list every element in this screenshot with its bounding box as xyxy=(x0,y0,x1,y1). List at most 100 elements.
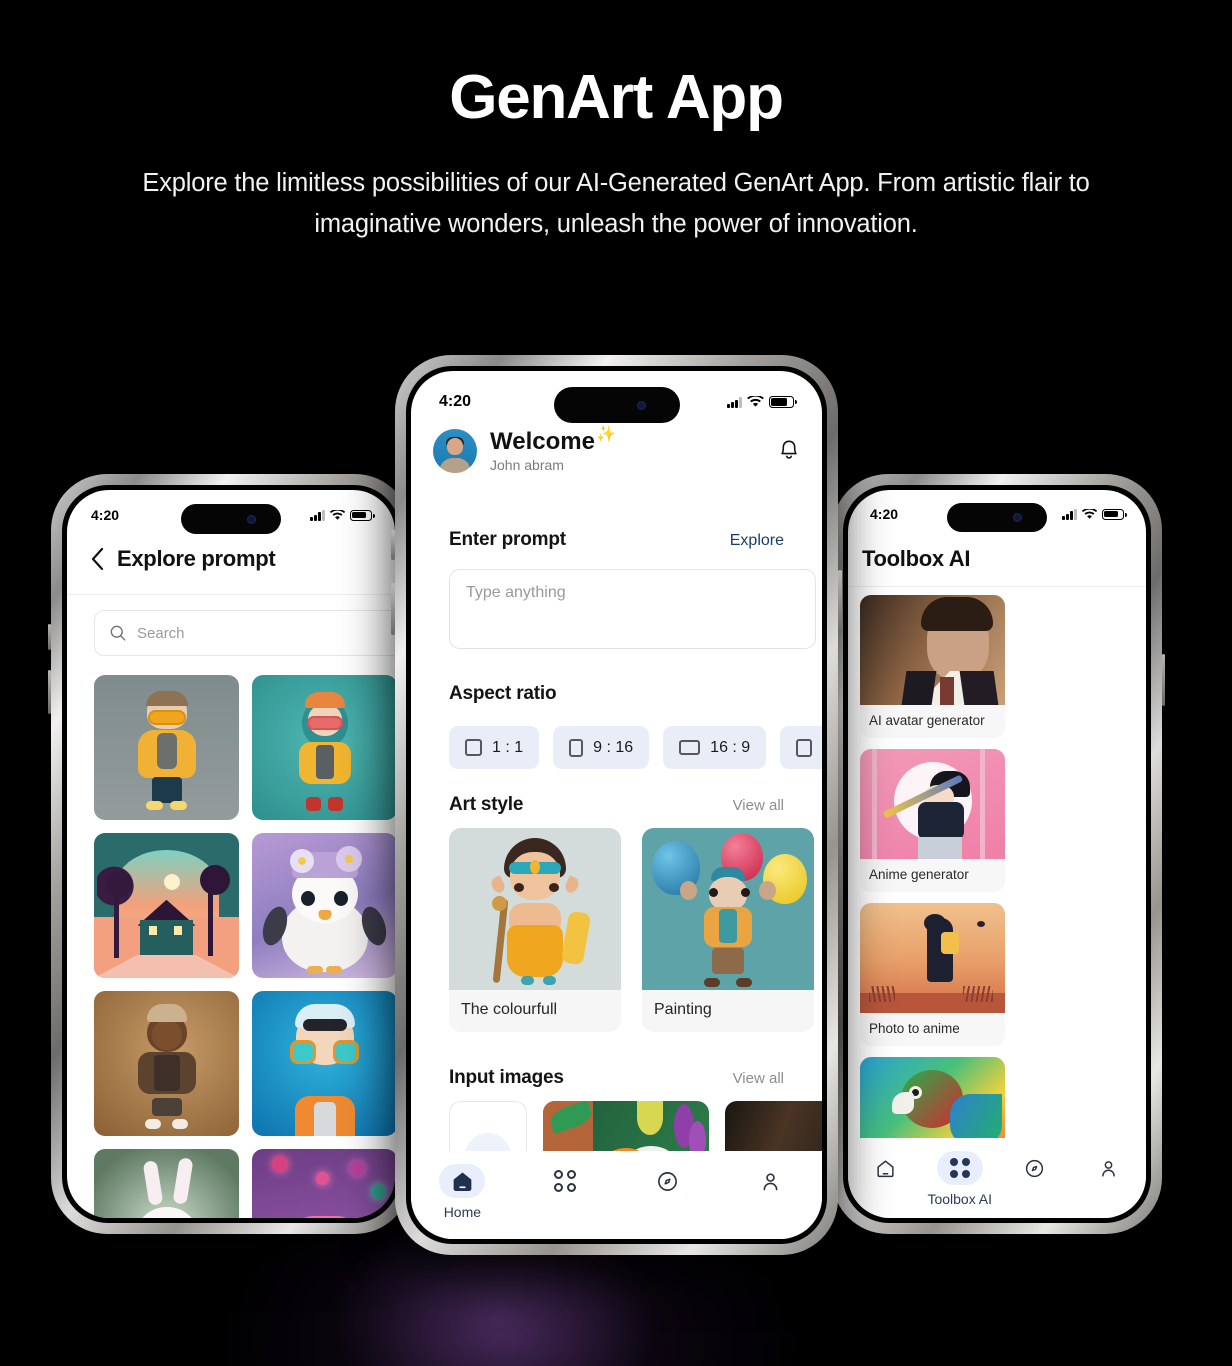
screen-home: 4:20 Welcome ✨ John abram Enter prompt E… xyxy=(411,371,822,1239)
battery-icon xyxy=(1102,508,1127,520)
battery-icon xyxy=(350,509,375,521)
notification-bell-icon[interactable] xyxy=(778,439,800,463)
wifi-icon xyxy=(1082,508,1097,519)
search-input[interactable]: Search xyxy=(94,610,395,656)
gallery-item[interactable] xyxy=(252,675,395,820)
sparkles-icon: ✨ xyxy=(595,426,616,443)
volume-down-button[interactable] xyxy=(391,583,395,635)
power-button[interactable] xyxy=(1162,654,1165,706)
phone-mockup-toolbox: 4:20 Toolbox AI AI avatar generator Anim… xyxy=(832,474,1165,1234)
person-icon xyxy=(763,1172,778,1190)
bottom-tab-bar: Home xyxy=(411,1151,822,1239)
tab-home[interactable] xyxy=(848,1151,923,1191)
tab-discover[interactable] xyxy=(997,1151,1072,1191)
page-subtitle: Explore the limitless possibilities of o… xyxy=(142,169,1090,238)
tool-caption: AI avatar generator xyxy=(869,713,985,728)
home-icon xyxy=(877,1159,894,1177)
art-style-view-all[interactable]: View all xyxy=(733,797,784,814)
aspect-ratio-option-16-9[interactable]: 16 : 9 xyxy=(663,726,767,769)
volume-up-button[interactable] xyxy=(48,624,51,650)
explore-link[interactable]: Explore xyxy=(730,532,784,550)
status-time: 4:20 xyxy=(439,393,472,410)
chevron-left-icon[interactable] xyxy=(91,548,104,570)
tab-toolbox[interactable]: Toolbox AI xyxy=(923,1151,998,1207)
toolbox-grid: AI avatar generator Anime generator Phot… xyxy=(860,595,1134,1218)
grid-apps-icon xyxy=(949,1158,970,1178)
gallery-item[interactable] xyxy=(252,991,395,1136)
cellular-bars-icon xyxy=(310,509,325,521)
gallery-item[interactable] xyxy=(252,1149,395,1218)
tab-home[interactable]: Home xyxy=(411,1164,514,1220)
aspect-ratio-label: Aspect ratio xyxy=(449,683,557,704)
ratio-portrait-icon xyxy=(796,738,813,757)
battery-icon xyxy=(769,395,797,409)
art-style-caption: The colourfull xyxy=(461,1001,558,1018)
explore-header: Explore prompt xyxy=(91,546,276,572)
art-style-card[interactable]: The colourfull xyxy=(449,828,621,1032)
status-bar: 4:20 xyxy=(67,490,395,523)
art-style-label: Art style xyxy=(449,794,524,815)
welcome-heading: Welcome ✨ xyxy=(490,426,616,454)
status-time: 4:20 xyxy=(91,507,120,523)
poster-canvas: GenArt App Explore the limitless possibi… xyxy=(0,0,1232,1366)
chip-label: 9 : 16 xyxy=(593,738,634,756)
tab-label: Home xyxy=(443,1204,482,1220)
art-style-card[interactable]: Painting xyxy=(642,828,814,1032)
tool-card[interactable]: Photo to anime xyxy=(860,903,1005,1046)
aspect-ratio-chips: 1 : 1 9 : 16 16 : 9 3 : xyxy=(449,726,822,769)
man-portrait-art xyxy=(860,595,1005,705)
compass-icon xyxy=(1025,1159,1043,1177)
input-images-view-all[interactable]: View all xyxy=(733,1070,784,1087)
tool-card[interactable]: AI avatar generator xyxy=(860,595,1005,738)
person-icon xyxy=(1102,1160,1116,1177)
anime-swordsman-art xyxy=(860,749,1005,859)
grid-apps-icon xyxy=(554,1170,577,1192)
tool-card[interactable]: Anime generator xyxy=(860,749,1005,892)
cellular-bars-icon xyxy=(727,397,742,409)
art-style-caption: Painting xyxy=(654,1001,712,1018)
art-style-header: Art style View all xyxy=(449,794,784,816)
screen-toolbox-ai: 4:20 Toolbox AI AI avatar generator Anim… xyxy=(848,490,1146,1218)
tab-toolbox[interactable] xyxy=(514,1164,617,1204)
input-images-header: Input images View all xyxy=(449,1067,784,1089)
tab-profile[interactable] xyxy=(1072,1151,1147,1191)
tab-discover[interactable] xyxy=(617,1164,720,1204)
user-name: John abram xyxy=(490,457,564,474)
gallery-item[interactable] xyxy=(94,991,239,1136)
volume-down-button[interactable] xyxy=(48,670,51,714)
screen-explore-prompt: 4:20 Explore prompt Search xyxy=(67,490,395,1218)
gallery-item[interactable] xyxy=(94,833,239,978)
tab-profile[interactable] xyxy=(719,1164,822,1204)
aspect-ratio-option-3-4[interactable]: 3 : xyxy=(780,726,822,769)
wifi-icon xyxy=(330,509,345,520)
status-time: 4:20 xyxy=(870,506,899,522)
status-icons xyxy=(310,509,375,521)
art-style-list: The colourfull Painting xyxy=(449,828,814,1032)
aspect-ratio-option-9-16[interactable]: 9 : 16 xyxy=(553,726,650,769)
search-placeholder: Search xyxy=(137,624,185,642)
bottom-tab-bar: Toolbox AI xyxy=(848,1138,1146,1218)
ratio-portrait-icon xyxy=(569,738,584,757)
power-button[interactable] xyxy=(838,570,842,634)
tool-caption: Anime generator xyxy=(869,867,969,882)
monkey-balloons-art xyxy=(642,828,814,990)
gallery-item[interactable] xyxy=(252,833,395,978)
ratio-landscape-icon xyxy=(679,740,701,755)
prompt-placeholder: Type anything xyxy=(466,584,566,601)
gallery-item[interactable] xyxy=(94,675,239,820)
compass-icon xyxy=(658,1171,678,1191)
volume-up-button[interactable] xyxy=(391,530,395,560)
gallery-item[interactable] xyxy=(94,1149,239,1218)
chip-label: 16 : 9 xyxy=(710,738,751,756)
cellular-bars-icon xyxy=(1062,508,1077,520)
phone-mockup-home: 4:20 Welcome ✨ John abram Enter prompt E… xyxy=(391,355,842,1255)
avatar[interactable] xyxy=(433,429,477,474)
chip-label: 1 : 1 xyxy=(492,738,524,756)
aspect-ratio-option-1-1[interactable]: 1 : 1 xyxy=(449,726,540,769)
prompt-input[interactable]: Type anything xyxy=(449,569,816,649)
status-bar: 4:20 xyxy=(411,371,822,411)
phone-mockup-explore: 4:20 Explore prompt Search xyxy=(48,474,411,1234)
prompt-label: Enter prompt xyxy=(449,529,566,550)
status-icons xyxy=(727,395,797,409)
tool-caption: Photo to anime xyxy=(869,1021,960,1036)
